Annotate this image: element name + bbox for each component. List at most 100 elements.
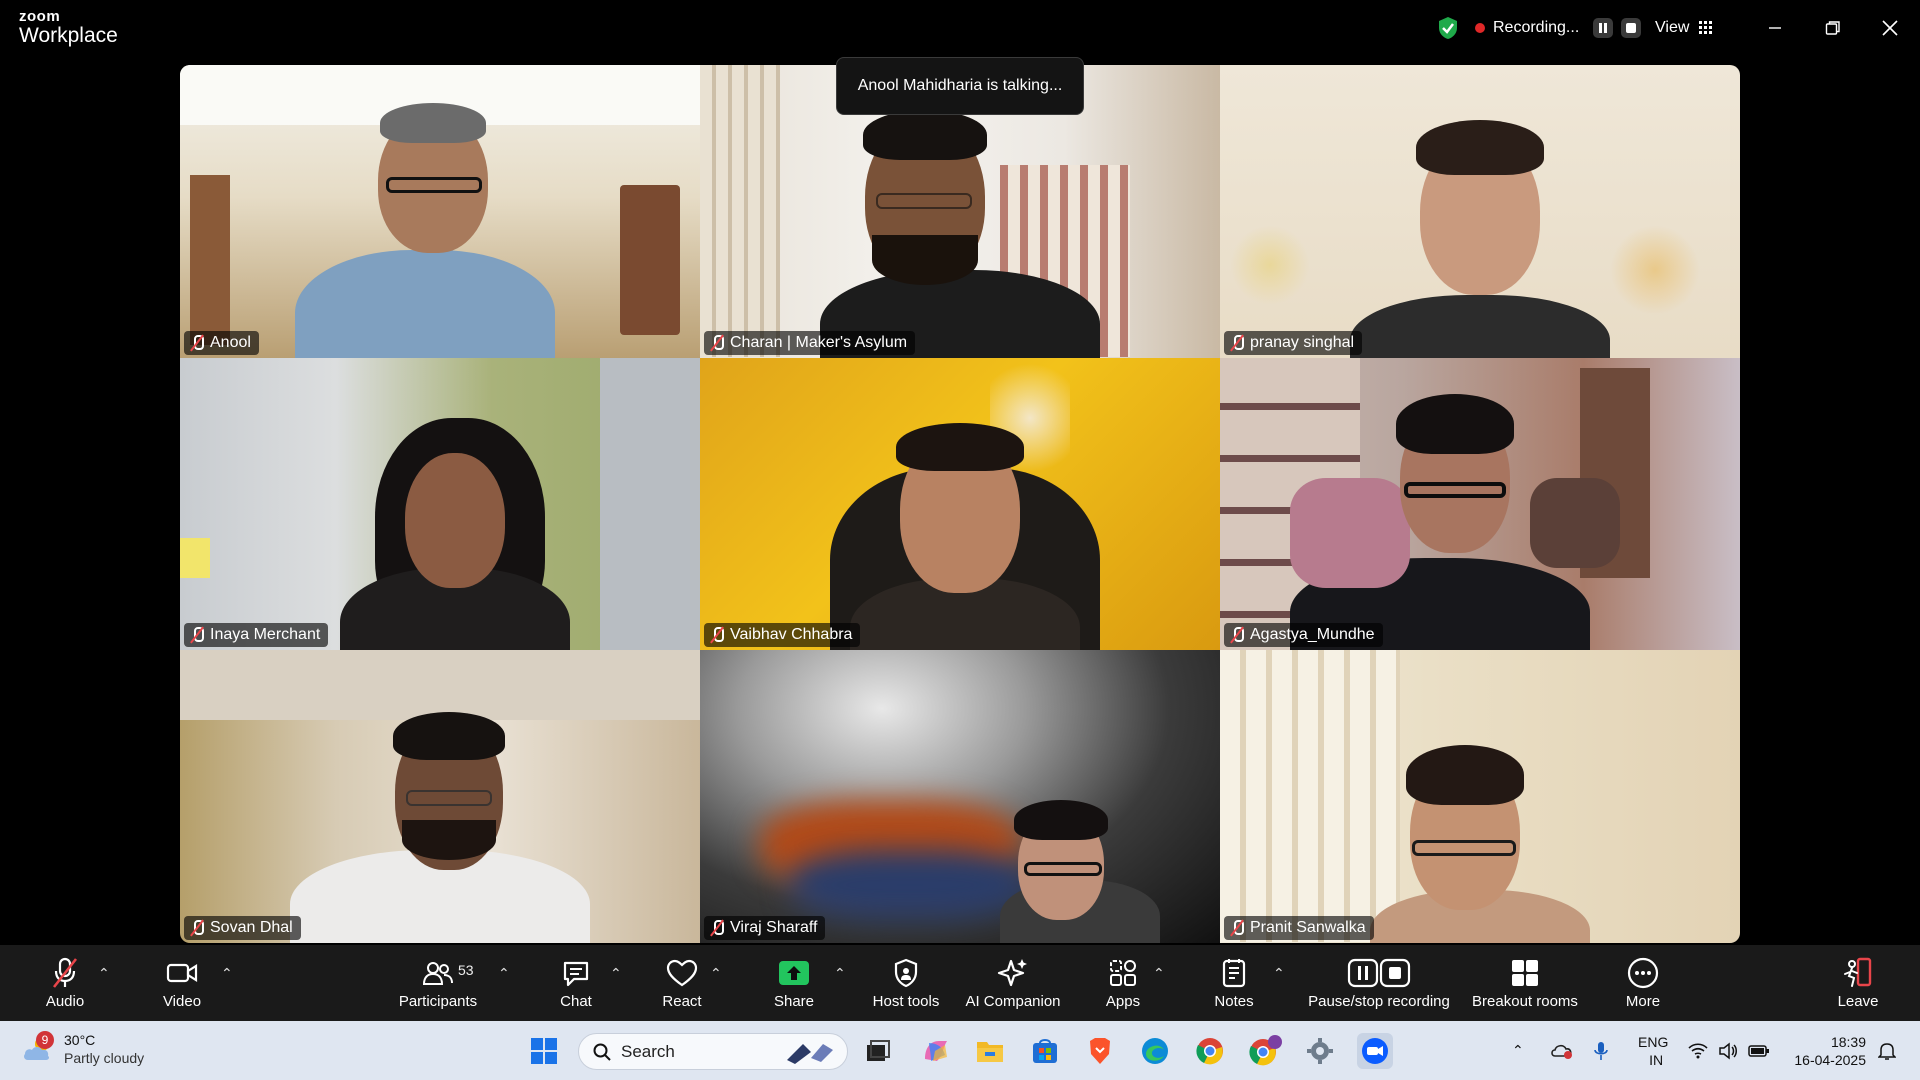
- zoom-app-icon[interactable]: [1357, 1033, 1393, 1069]
- weather-widget[interactable]: 9 30°C Partly cloudy: [22, 1031, 144, 1067]
- close-button[interactable]: [1875, 0, 1905, 55]
- host-tools-button[interactable]: Host tools: [866, 945, 946, 1021]
- file-explorer-icon[interactable]: [972, 1033, 1008, 1069]
- task-view-icon[interactable]: [860, 1033, 896, 1069]
- view-button[interactable]: View: [1655, 0, 1713, 55]
- more-button[interactable]: More: [1613, 945, 1673, 1021]
- participants-label: Participants: [398, 992, 478, 1010]
- participant-name: pranay singhal: [1250, 333, 1355, 351]
- pause-recording-button[interactable]: [1593, 17, 1614, 38]
- volume-icon: [1719, 1041, 1737, 1060]
- recording-dot-icon: [1475, 22, 1485, 33]
- video-label: Video: [162, 992, 202, 1010]
- copilot-icon[interactable]: [918, 1033, 954, 1069]
- brand-bottom: Workplace: [19, 24, 118, 47]
- wifi-icon: [1688, 1042, 1708, 1058]
- language-code: ENG: [1638, 1033, 1669, 1050]
- microphone-in-use-icon[interactable]: [1594, 1021, 1608, 1080]
- encryption-shield-icon[interactable]: [1437, 0, 1461, 55]
- chat-options-chevron-up-icon[interactable]: ⌃: [610, 965, 622, 982]
- leave-label: Leave: [1837, 992, 1879, 1010]
- participant-name: Viraj Sharaff: [730, 918, 818, 936]
- onedrive-error-icon[interactable]: [1550, 1021, 1574, 1080]
- audio-label: Audio: [45, 992, 85, 1010]
- chat-button[interactable]: Chat: [546, 945, 606, 1021]
- more-options-icon: [1627, 957, 1659, 989]
- search-highlight-icon: [783, 1040, 839, 1069]
- show-hidden-icons-chevron-up-icon[interactable]: ⌃: [1512, 1021, 1524, 1080]
- notes-icon: [1221, 957, 1247, 989]
- participant-name: Charan | Maker's Asylum: [730, 333, 908, 351]
- apps-button[interactable]: Apps: [1093, 945, 1153, 1021]
- pause-icon: [1599, 22, 1608, 33]
- notes-options-chevron-up-icon[interactable]: ⌃: [1273, 965, 1285, 982]
- settings-gear-icon[interactable]: [1302, 1033, 1338, 1069]
- video-options-chevron-up-icon[interactable]: ⌃: [221, 965, 233, 982]
- minimize-button[interactable]: [1760, 0, 1790, 55]
- temperature: 30°C: [64, 1032, 96, 1048]
- minimize-icon: [1769, 26, 1781, 29]
- ai-companion-button[interactable]: AI Companion: [963, 945, 1063, 1021]
- participant-name-tag: pranay singhal: [1224, 330, 1363, 355]
- pause-stop-recording-label: Pause/stop recording: [1308, 992, 1450, 1010]
- grid-view-icon: [1699, 20, 1713, 34]
- participants-button[interactable]: Participants: [394, 945, 482, 1021]
- region-code: IN: [1649, 1051, 1664, 1068]
- windows-taskbar: 9 30°C Partly cloudy Search ⌃ ENG IN 18:…: [0, 1021, 1920, 1080]
- participant-name-tag: Vaibhav Chhabra: [704, 623, 861, 648]
- system-tray-status[interactable]: [1688, 1021, 1770, 1080]
- host-tools-label: Host tools: [872, 992, 940, 1010]
- stop-icon: [1626, 22, 1637, 33]
- clock[interactable]: 18:39 16-04-2025: [1786, 1021, 1866, 1080]
- search-icon: [593, 1043, 611, 1061]
- zoom-workplace-logo: zoom Workplace: [19, 9, 118, 46]
- video-tile[interactable]: pranay singhal: [1220, 65, 1740, 358]
- chrome-browser-icon[interactable]: [1192, 1033, 1228, 1069]
- participant-name-tag: Agastya_Mundhe: [1224, 623, 1383, 648]
- share-screen-icon: [778, 957, 810, 989]
- leave-button[interactable]: Leave: [1828, 945, 1888, 1021]
- participant-name-tag: Inaya Merchant: [184, 623, 329, 648]
- chrome-profile-icon[interactable]: [1247, 1033, 1283, 1069]
- participant-name: Inaya Merchant: [210, 626, 321, 644]
- video-button[interactable]: Video: [152, 945, 212, 1021]
- participants-options-chevron-up-icon[interactable]: ⌃: [498, 965, 510, 982]
- audio-button[interactable]: Audio: [35, 945, 95, 1021]
- battery-charging-icon: [1748, 1044, 1769, 1057]
- muted-mic-icon: [710, 627, 724, 643]
- participants-count: 53: [458, 962, 474, 978]
- breakout-rooms-button[interactable]: Breakout rooms: [1470, 945, 1580, 1021]
- share-button[interactable]: Share: [764, 945, 824, 1021]
- clock-date: 16-04-2025: [1794, 1051, 1866, 1068]
- share-options-chevron-up-icon[interactable]: ⌃: [834, 965, 846, 982]
- notes-button[interactable]: Notes: [1204, 945, 1264, 1021]
- edge-browser-icon[interactable]: [1137, 1033, 1173, 1069]
- participant-name: Anool: [210, 333, 251, 351]
- video-tile[interactable]: Inaya Merchant: [180, 357, 700, 651]
- recording-label: Recording...: [1493, 18, 1580, 36]
- muted-mic-icon: [190, 627, 204, 643]
- brave-browser-icon[interactable]: [1082, 1033, 1118, 1069]
- restore-button[interactable]: [1818, 0, 1848, 55]
- input-language-indicator[interactable]: ENG IN: [1638, 1021, 1668, 1080]
- video-tile[interactable]: Vaibhav Chhabra: [700, 357, 1220, 651]
- video-tile[interactable]: Sovan Dhal: [180, 650, 700, 943]
- muted-microphone-icon: [50, 957, 80, 989]
- apps-options-chevron-up-icon[interactable]: ⌃: [1153, 965, 1165, 982]
- muted-mic-icon: [190, 919, 204, 936]
- audio-options-chevron-up-icon[interactable]: ⌃: [98, 965, 110, 982]
- microsoft-store-icon[interactable]: [1027, 1033, 1063, 1069]
- video-tile[interactable]: Anool: [180, 65, 700, 358]
- react-button[interactable]: React: [652, 945, 712, 1021]
- pause-stop-recording-button[interactable]: Pause/stop recording: [1304, 945, 1454, 1021]
- video-tile[interactable]: Pranit Sanwalka: [1220, 650, 1740, 943]
- pause-stop-recording-icon: [1347, 957, 1411, 989]
- stop-recording-button[interactable]: [1621, 17, 1642, 38]
- sparkle-icon: [997, 957, 1029, 989]
- video-tile[interactable]: Agastya_Mundhe: [1220, 357, 1740, 651]
- taskbar-search[interactable]: Search: [578, 1033, 848, 1070]
- video-tile[interactable]: Viraj Sharaff: [700, 650, 1220, 943]
- react-options-chevron-up-icon[interactable]: ⌃: [710, 965, 722, 982]
- notifications-bell-icon[interactable]: [1878, 1021, 1896, 1080]
- start-button[interactable]: [526, 1033, 562, 1069]
